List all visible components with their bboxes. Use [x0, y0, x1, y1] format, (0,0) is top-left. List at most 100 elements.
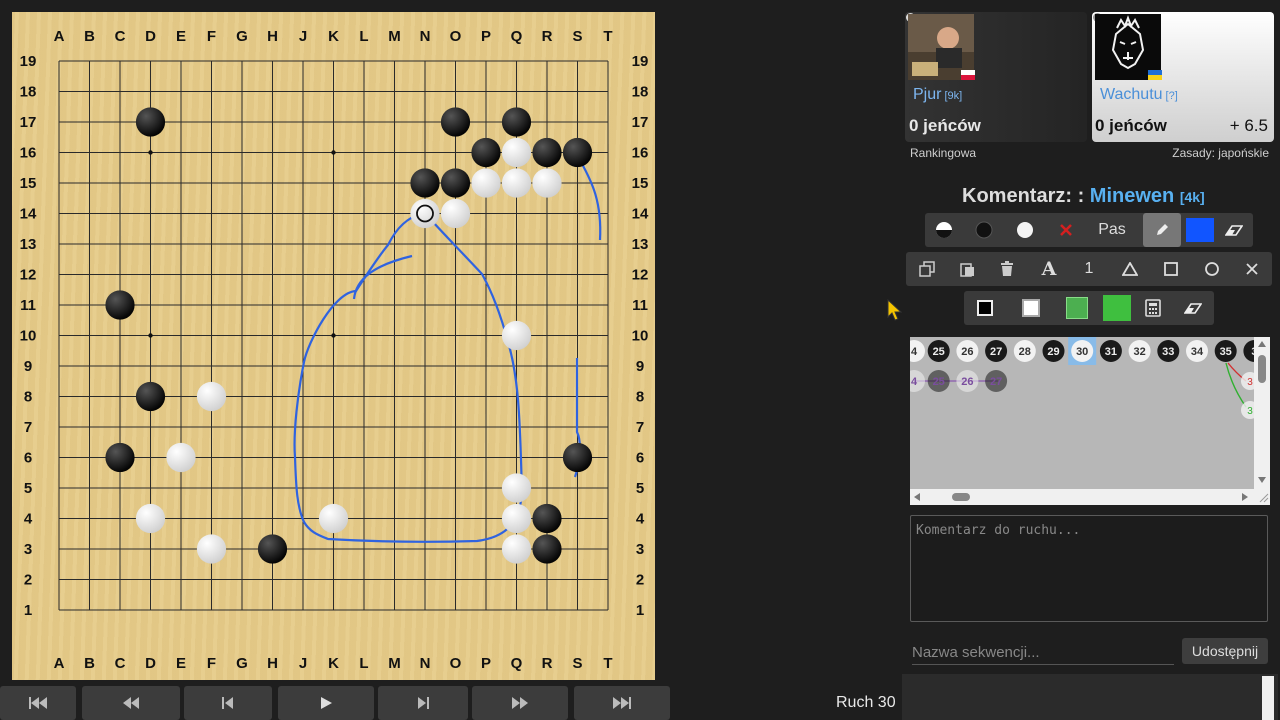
player-card-white[interactable]: Wachutu [?] 0 jeńców + 6.5 — [1092, 12, 1274, 142]
move-tree-canvas[interactable]: 425262728293031323334353425262733 — [910, 337, 1270, 505]
white-stone[interactable] — [196, 381, 227, 412]
green-color-swatch[interactable] — [1058, 291, 1096, 325]
white-stone-tool[interactable] — [1006, 213, 1044, 247]
last-move-button[interactable] — [574, 686, 670, 720]
delete-button[interactable] — [988, 252, 1026, 286]
column-label: P — [481, 28, 491, 45]
white-stone[interactable] — [440, 198, 471, 229]
square-icon — [1164, 262, 1178, 276]
ukraine-flag-icon — [1148, 70, 1162, 80]
pen-tool[interactable] — [1143, 213, 1181, 247]
sequence-name-input[interactable]: Nazwa sekwencji... — [912, 642, 1174, 665]
cross-tool[interactable] — [1233, 252, 1271, 286]
black-stone[interactable] — [105, 442, 135, 473]
copy-button[interactable] — [908, 252, 946, 286]
move-comment-textarea[interactable]: Komentarz do ruchu... — [910, 515, 1268, 622]
player-white-captures: 0 jeńców — [1095, 116, 1167, 135]
black-stone[interactable] — [105, 290, 135, 320]
pen-color-swatch[interactable] — [1181, 213, 1219, 247]
black-stone[interactable] — [410, 168, 440, 198]
row-label: 1 — [636, 602, 644, 619]
white-stone[interactable] — [196, 534, 227, 564]
white-stone[interactable] — [501, 168, 532, 198]
white-color-swatch[interactable] — [1012, 291, 1050, 325]
share-button[interactable]: Udostępnij — [1182, 638, 1268, 664]
forward-10-button[interactable] — [472, 686, 568, 720]
row-label: 2 — [636, 572, 644, 589]
column-label: J — [299, 655, 307, 672]
move-tree-horizontal-scrollbar[interactable] — [910, 489, 1254, 505]
step-forward-icon — [418, 697, 429, 709]
white-stone[interactable] — [135, 503, 166, 534]
previous-move-button[interactable] — [184, 686, 272, 720]
number-label-tool[interactable]: 1 — [1070, 252, 1108, 286]
triangle-icon — [1122, 262, 1138, 276]
column-label: N — [420, 655, 431, 672]
score-calculator-button[interactable] — [1134, 291, 1172, 325]
white-stone[interactable] — [532, 168, 562, 198]
player-black-name[interactable]: Pjur [9k] — [913, 86, 962, 104]
move-tree[interactable]: 425262728293031323334353425262733 — [910, 337, 1270, 505]
selected-color-square — [1186, 218, 1214, 242]
black-stone-tool[interactable] — [965, 213, 1003, 247]
black-stone[interactable] — [135, 107, 166, 137]
white-stone[interactable] — [501, 534, 532, 564]
white-stone[interactable] — [501, 503, 532, 534]
letter-label-tool[interactable]: A — [1030, 252, 1068, 286]
first-move-button[interactable] — [0, 686, 76, 720]
play-button[interactable] — [278, 686, 374, 720]
horizontal-scrollbar-track — [914, 493, 1248, 501]
bright-green-color-swatch[interactable] — [1098, 291, 1136, 325]
chat-panel[interactable] — [902, 674, 1278, 720]
black-stone[interactable] — [532, 534, 562, 564]
black-stone[interactable] — [532, 503, 562, 534]
next-move-button[interactable] — [378, 686, 468, 720]
go-board[interactable]: A A B B C C D D E E F F G G H H J J K K L L M M N N O O P P Q Q R R S S T T 19… — [12, 12, 655, 680]
row-label: 6 — [24, 450, 32, 467]
black-color-swatch[interactable] — [966, 291, 1004, 325]
white-stone[interactable] — [501, 473, 532, 503]
reviewer-rank: [4k] — [1179, 189, 1205, 205]
column-label: S — [572, 28, 582, 45]
star-point — [148, 150, 153, 155]
paste-button[interactable] — [948, 252, 986, 286]
alternate-stone-tool[interactable] — [925, 213, 963, 247]
circle-tool[interactable] — [1193, 252, 1231, 286]
eraser-icon — [1225, 225, 1243, 236]
player-white-name[interactable]: Wachutu [?] — [1100, 86, 1178, 104]
white-stone[interactable] — [501, 137, 532, 168]
square-tool[interactable] — [1152, 252, 1190, 286]
black-stone[interactable] — [257, 534, 288, 564]
remove-stone-tool[interactable] — [1047, 213, 1085, 247]
white-stone[interactable] — [410, 198, 440, 229]
triangle-tool[interactable] — [1111, 252, 1149, 286]
black-stone[interactable] — [440, 168, 471, 198]
board-canvas[interactable]: AABBCCDDEEFFGGHHJJKKLLMMNNOOPPQQRRSSTT19… — [12, 12, 655, 680]
reviewer-name[interactable]: Minewen — [1090, 185, 1174, 207]
black-stone[interactable] — [471, 137, 501, 168]
black-stone[interactable] — [532, 137, 562, 168]
chat-scrollbar[interactable] — [1262, 676, 1274, 720]
white-stone[interactable] — [318, 503, 349, 534]
white-stone[interactable] — [471, 168, 501, 198]
move-node-label: 27 — [990, 346, 1002, 358]
white-stone[interactable] — [501, 320, 532, 351]
paste-icon — [960, 263, 974, 277]
black-stone[interactable] — [501, 107, 532, 137]
move-tree-vertical-scrollbar[interactable] — [1254, 337, 1270, 505]
pass-button[interactable]: Pas — [1088, 213, 1136, 247]
branch-node-label: 3 — [1247, 377, 1253, 388]
eraser-tool[interactable] — [1215, 213, 1253, 247]
black-stone[interactable] — [440, 107, 471, 137]
player-card-black[interactable]: Pjur [9k] 0 jeńców — [905, 12, 1087, 142]
column-label: O — [450, 28, 462, 45]
column-label: A — [54, 655, 65, 672]
black-stone[interactable] — [562, 442, 593, 473]
row-label: 10 — [632, 328, 649, 345]
row-label: 18 — [20, 84, 37, 101]
clear-markup-button[interactable] — [1174, 291, 1212, 325]
white-stone[interactable] — [166, 442, 196, 473]
black-stone[interactable] — [562, 137, 593, 168]
black-stone[interactable] — [135, 381, 166, 412]
back-10-button[interactable] — [82, 686, 180, 720]
